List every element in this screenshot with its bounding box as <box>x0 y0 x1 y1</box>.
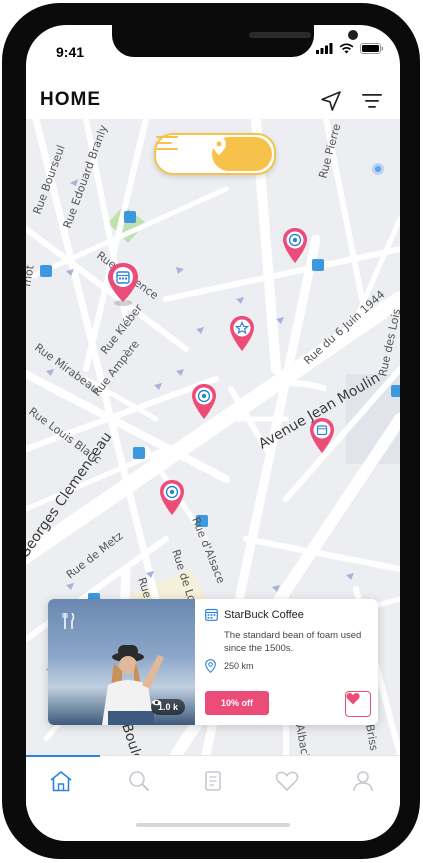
map-pin-selected[interactable] <box>106 262 140 306</box>
map[interactable]: Rue Bourseul Rue Edouard Branly Rue Pier… <box>26 119 400 755</box>
star-pin-icon <box>230 316 254 351</box>
map-pin[interactable] <box>228 315 256 353</box>
map-pin[interactable] <box>158 479 186 517</box>
search-icon <box>129 771 150 792</box>
place-name: StarBuck Coffee <box>224 609 304 621</box>
tab-home[interactable] <box>46 766 76 796</box>
filter-button[interactable] <box>358 87 386 115</box>
coffee-pin-icon <box>283 228 307 263</box>
place-description: The standard bean of foam used since the… <box>224 630 362 654</box>
place-info: StarBuck Coffee The standard bean of foa… <box>205 599 375 725</box>
map-view-button[interactable] <box>212 137 272 171</box>
user-icon <box>353 771 373 792</box>
navigation-arrow-icon <box>321 91 341 111</box>
battery-icon <box>360 43 384 54</box>
place-distance: 250 km <box>224 661 254 671</box>
tab-profile[interactable] <box>348 766 378 796</box>
view-count: 1.0 k <box>150 699 185 715</box>
heart-icon <box>275 771 299 791</box>
offer-button[interactable]: 10% off <box>205 691 269 715</box>
wifi-icon <box>339 43 354 54</box>
coffee-pin-icon <box>160 480 184 515</box>
heart-icon <box>346 692 360 705</box>
navigate-button[interactable] <box>317 87 345 115</box>
active-tab-indicator <box>26 755 100 757</box>
map-pin[interactable] <box>190 383 218 421</box>
tab-favorites[interactable] <box>272 766 302 796</box>
home-indicator <box>136 823 290 827</box>
tab-bar <box>26 755 400 806</box>
screen: 9:41 HOME Rue Bourseul Rue Edouard Branl… <box>26 25 400 841</box>
tab-search[interactable] <box>124 766 154 796</box>
map-pin[interactable] <box>308 417 336 455</box>
calendar-pin-icon <box>310 418 334 453</box>
map-pin[interactable] <box>281 227 309 265</box>
map-pin-icon <box>212 137 226 155</box>
phone-frame: 9:41 HOME Rue Bourseul Rue Edouard Branl… <box>2 3 420 859</box>
eye-icon <box>151 699 162 706</box>
signal-icon <box>316 43 333 54</box>
favorite-button[interactable] <box>345 691 371 717</box>
header: HOME <box>26 83 400 119</box>
calendar-pin-icon <box>108 263 138 306</box>
notch <box>112 25 358 57</box>
scroll-icon <box>205 771 221 791</box>
status-icons <box>316 43 384 54</box>
list-icon <box>156 136 178 150</box>
tab-scroll[interactable] <box>198 766 228 796</box>
view-toggle[interactable] <box>154 133 276 175</box>
page-title: HOME <box>40 89 101 110</box>
place-card[interactable]: 1.0 k StarBuck Coffee The standard bean … <box>48 599 378 725</box>
speaker <box>249 32 311 38</box>
camera <box>348 30 358 40</box>
place-photo: 1.0 k <box>48 599 195 725</box>
coffee-pin-icon <box>192 384 216 419</box>
home-icon <box>50 771 72 792</box>
status-time: 9:41 <box>56 44 85 60</box>
filter-icon <box>362 94 382 108</box>
list-view-button[interactable] <box>156 135 212 173</box>
